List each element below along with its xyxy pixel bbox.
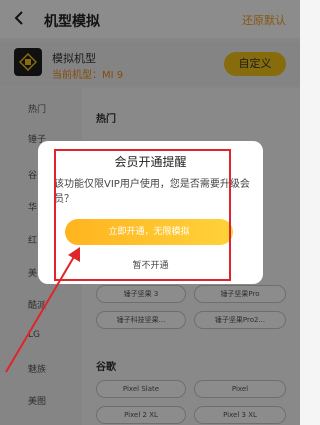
annotation-arrow xyxy=(5,247,80,373)
